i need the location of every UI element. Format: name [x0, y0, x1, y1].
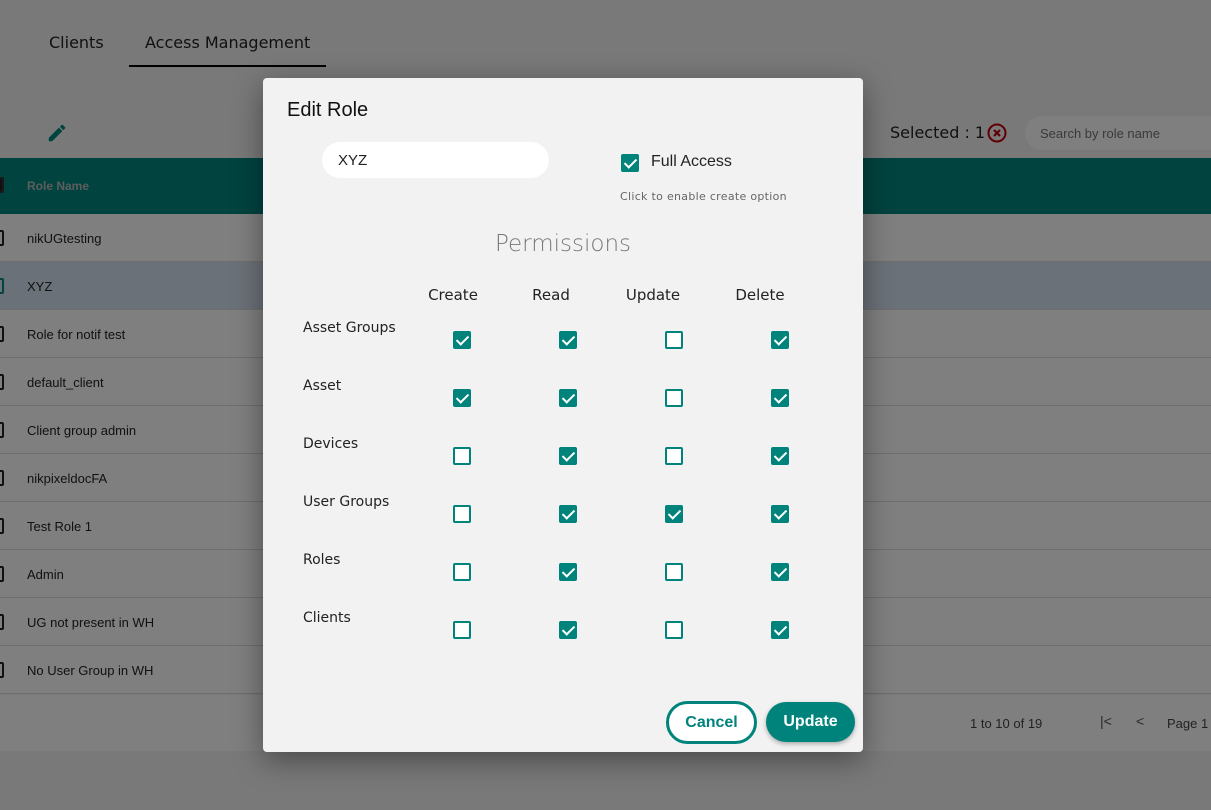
permission-row-label: User Groups	[303, 494, 390, 510]
permission-checkbox-create[interactable]	[453, 505, 471, 523]
full-access-checkbox[interactable]	[621, 154, 639, 172]
permission-checkbox-update[interactable]	[665, 447, 683, 465]
permission-checkbox-delete[interactable]	[771, 389, 789, 407]
permission-checkbox-create[interactable]	[453, 447, 471, 465]
permission-row-label: Roles	[303, 552, 341, 568]
permission-checkbox-read[interactable]	[559, 563, 577, 581]
column-delete: Delete	[735, 286, 785, 304]
permission-row-label: Asset	[303, 378, 342, 394]
edit-role-dialog: Edit Role Full Access Click to enable cr…	[263, 78, 863, 752]
permission-checkbox-update[interactable]	[665, 563, 683, 581]
update-button[interactable]: Update	[766, 702, 855, 742]
permission-checkbox-read[interactable]	[559, 621, 577, 639]
permission-checkbox-create[interactable]	[453, 621, 471, 639]
permission-row-label: Asset Groups	[303, 320, 396, 336]
column-update: Update	[625, 286, 681, 304]
permission-checkbox-delete[interactable]	[771, 447, 789, 465]
permissions-title: Permissions	[494, 231, 632, 257]
permission-checkbox-read[interactable]	[559, 389, 577, 407]
permission-checkbox-update[interactable]	[665, 389, 683, 407]
permission-checkbox-update[interactable]	[665, 621, 683, 639]
permission-checkbox-update[interactable]	[665, 331, 683, 349]
permission-checkbox-update[interactable]	[665, 505, 683, 523]
column-read: Read	[532, 286, 570, 304]
permission-checkbox-create[interactable]	[453, 331, 471, 349]
role-name-input[interactable]	[322, 142, 549, 178]
cancel-button[interactable]: Cancel	[666, 701, 757, 744]
permission-checkbox-create[interactable]	[453, 389, 471, 407]
permission-checkbox-read[interactable]	[559, 447, 577, 465]
dialog-title: Edit Role	[287, 99, 369, 121]
full-access-hint: Click to enable create option	[620, 190, 787, 203]
permission-checkbox-delete[interactable]	[771, 331, 789, 349]
permission-checkbox-read[interactable]	[559, 331, 577, 349]
permission-row-label: Devices	[303, 436, 359, 452]
full-access-label: Full Access	[651, 153, 732, 170]
permission-checkbox-delete[interactable]	[771, 621, 789, 639]
permission-checkbox-read[interactable]	[559, 505, 577, 523]
permission-checkbox-delete[interactable]	[771, 505, 789, 523]
permission-row-label: Clients	[303, 610, 351, 626]
permission-checkbox-create[interactable]	[453, 563, 471, 581]
permission-checkbox-delete[interactable]	[771, 563, 789, 581]
column-create: Create	[428, 286, 478, 304]
